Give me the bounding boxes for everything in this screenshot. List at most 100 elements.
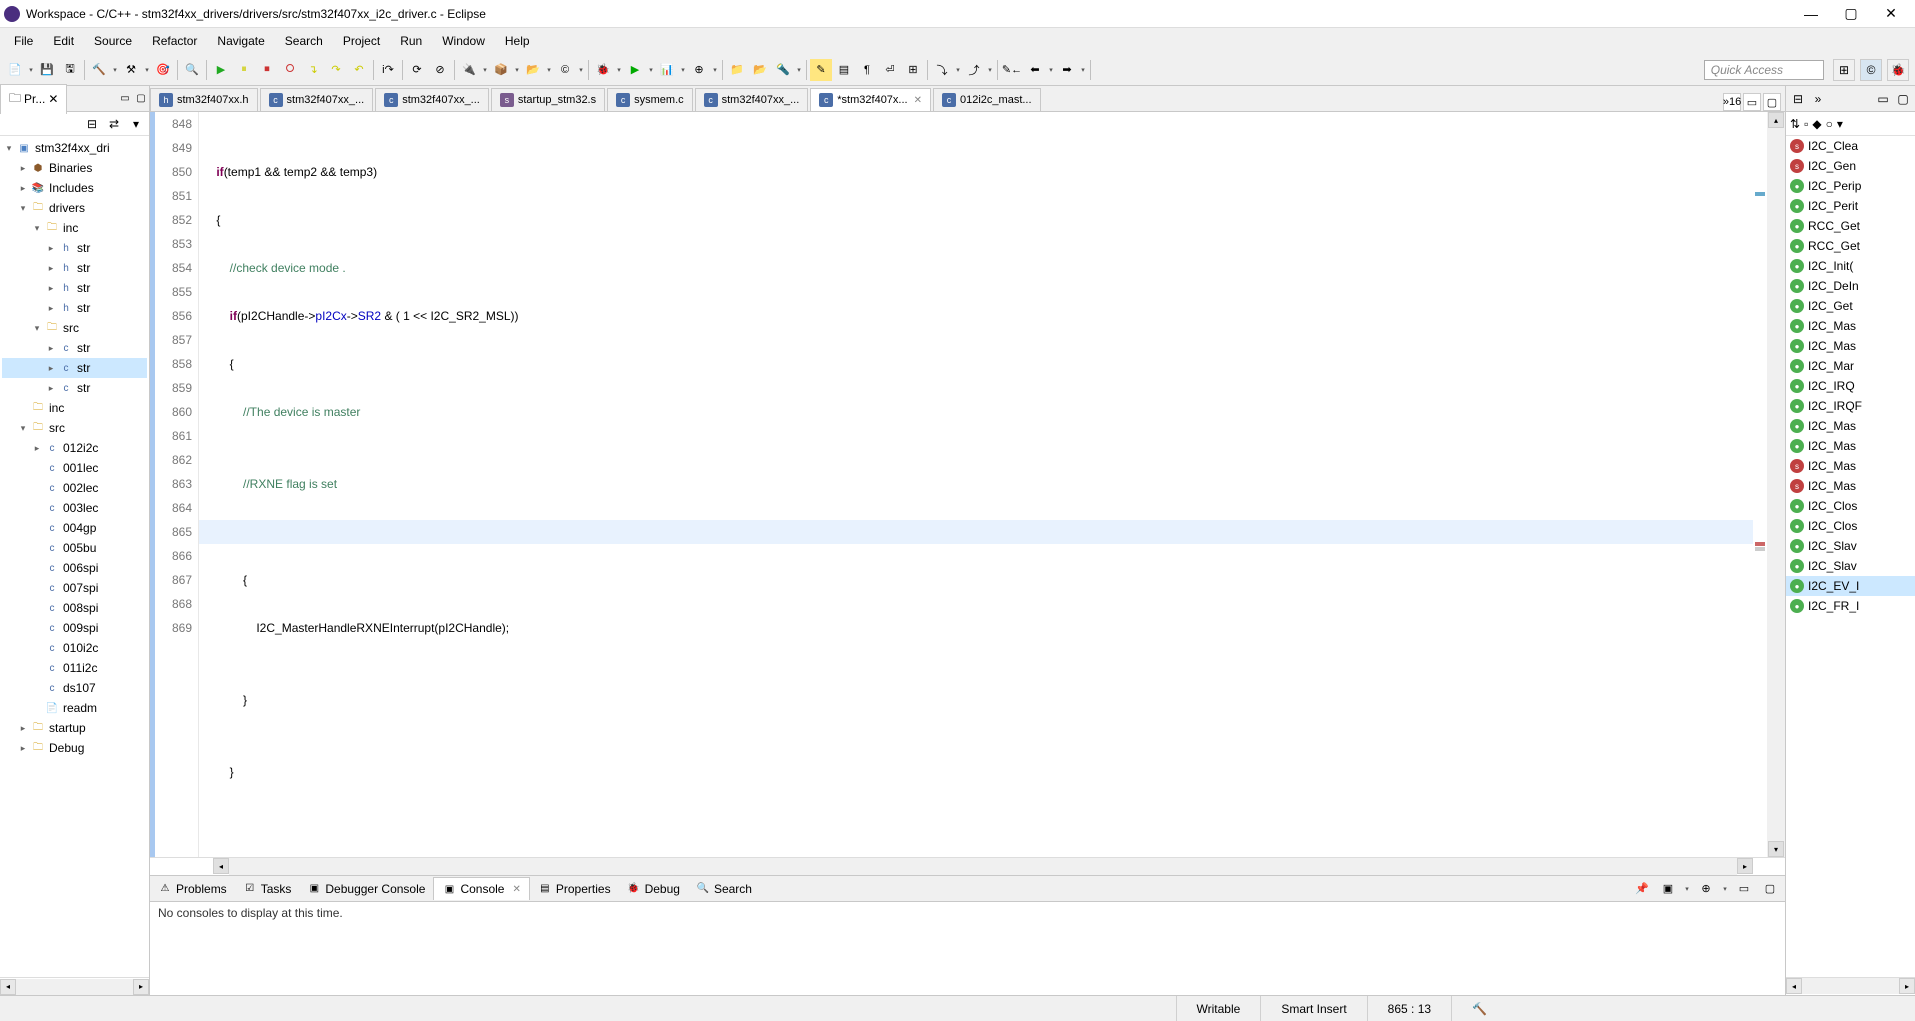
outline-item[interactable]: ●RCC_Get	[1786, 236, 1915, 256]
status-build-icon[interactable]: 🔨	[1451, 996, 1507, 1021]
open-type-button[interactable]: 📂	[522, 59, 544, 81]
menu-search[interactable]: Search	[275, 30, 333, 52]
prev-annotation-button[interactable]: ⤴	[963, 59, 985, 81]
editor-tab[interactable]: cstm32f407xx_...	[695, 88, 809, 111]
tree-inc[interactable]: 🗀inc	[2, 398, 147, 418]
pin-console-button[interactable]: 📌	[1631, 878, 1653, 900]
editor-tab-active[interactable]: c*stm32f407x...✕	[810, 88, 931, 111]
tree-debug[interactable]: ▸🗀Debug	[2, 738, 147, 758]
menu-file[interactable]: File	[4, 30, 43, 52]
overview-marker[interactable]	[1755, 547, 1765, 551]
outline-list[interactable]: sI2C_Clea sI2C_Gen ●I2C_Perip ●I2C_Perit…	[1786, 136, 1915, 977]
editor-hscrollbar[interactable]: ◂ ▸	[150, 857, 1785, 875]
code-editor[interactable]: if(temp1 && temp2 && temp3) { //check de…	[199, 112, 1753, 857]
tree-file[interactable]: c006spi	[2, 558, 147, 578]
toggle-mark-button[interactable]: ✎	[810, 59, 832, 81]
overview-ruler[interactable]	[1753, 112, 1767, 857]
outline-item[interactable]: sI2C_Mas	[1786, 456, 1915, 476]
tree-drivers-src[interactable]: ▾🗀src	[2, 318, 147, 338]
toggle-button[interactable]: 🔍	[181, 59, 203, 81]
toggle-block-button[interactable]: ▤	[833, 59, 855, 81]
tree-file[interactable]: c005bu	[2, 538, 147, 558]
step-over-button[interactable]: ↷	[325, 59, 347, 81]
build-button[interactable]: 🔨	[88, 59, 110, 81]
scroll-right-button[interactable]: ▸	[1737, 858, 1753, 874]
cpp-perspective-button[interactable]: ©	[1860, 59, 1882, 81]
collapse-all-button[interactable]: ⊟	[83, 115, 101, 133]
editor-tab[interactable]: cstm32f407xx_...	[375, 88, 489, 111]
scroll-left-button[interactable]: ◂	[0, 979, 16, 995]
tree-drivers[interactable]: ▾🗀drivers	[2, 198, 147, 218]
tree-file[interactable]: ▸c012i2c	[2, 438, 147, 458]
last-edit-button[interactable]: ✎←	[1001, 59, 1023, 81]
menu-help[interactable]: Help	[495, 30, 540, 52]
tree-file[interactable]: ▸cstr	[2, 338, 147, 358]
outline-item[interactable]: ●I2C_Clos	[1786, 516, 1915, 536]
terminate-button[interactable]: ⏹	[256, 59, 278, 81]
overview-marker[interactable]	[1755, 542, 1765, 546]
close-icon[interactable]: ✕	[48, 92, 58, 106]
show-whitespace-button[interactable]: ¶	[856, 59, 878, 81]
overview-marker[interactable]	[1755, 192, 1765, 196]
new-button[interactable]: 📄	[4, 59, 26, 81]
tree-file[interactable]: c004gp	[2, 518, 147, 538]
outline-item[interactable]: ●I2C_DeIn	[1786, 276, 1915, 296]
open-console-button[interactable]: ⊕	[1695, 878, 1717, 900]
tree-project-root[interactable]: ▾▣stm32f4xx_dri	[2, 138, 147, 158]
tab-debugger-console[interactable]: ▣Debugger Console	[299, 878, 433, 900]
coverage-button[interactable]: ⊕	[688, 59, 710, 81]
tree-drivers-inc[interactable]: ▾🗀inc	[2, 218, 147, 238]
instruction-step-button[interactable]: i↷	[377, 59, 399, 81]
tree-file[interactable]: ▸hstr	[2, 238, 147, 258]
menu-source[interactable]: Source	[84, 30, 142, 52]
outline-item[interactable]: ●I2C_Slav	[1786, 536, 1915, 556]
forward-button[interactable]: ➡	[1056, 59, 1078, 81]
new-cpp-class-button[interactable]: ©	[554, 59, 576, 81]
outline-item[interactable]: ●I2C_Mas	[1786, 336, 1915, 356]
debug-perspective-button[interactable]: 🐞	[1887, 59, 1909, 81]
debug-button[interactable]: 🐞	[592, 59, 614, 81]
tab-search[interactable]: 🔍Search	[688, 878, 760, 900]
sort-button[interactable]: ⇅	[1790, 117, 1800, 131]
minimize-view-button[interactable]: ▭	[117, 91, 133, 107]
selection-mode-button[interactable]: ⊞	[902, 59, 924, 81]
tab-console[interactable]: ▣Console✕	[433, 877, 529, 900]
tree-file[interactable]: ▸cstr	[2, 378, 147, 398]
restart-button[interactable]: ⟳	[406, 59, 428, 81]
tab-debug[interactable]: 🐞Debug	[619, 878, 688, 900]
menu-window[interactable]: Window	[432, 30, 495, 52]
scroll-up-button[interactable]: ▴	[1768, 112, 1784, 128]
tab-tasks[interactable]: ☑Tasks	[235, 878, 300, 900]
step-into-button[interactable]: ↴	[302, 59, 324, 81]
tree-file[interactable]: cds107	[2, 678, 147, 698]
overflow-button[interactable]: »	[1810, 91, 1826, 107]
suspend-button[interactable]: ⏸	[233, 59, 255, 81]
outline-item[interactable]: ●I2C_Init(	[1786, 256, 1915, 276]
project-tree[interactable]: ▾▣stm32f4xx_dri ▸⬢Binaries ▸📚Includes ▾🗀…	[0, 136, 149, 977]
tree-src[interactable]: ▾🗀src	[2, 418, 147, 438]
open-element-button[interactable]: 📦	[490, 59, 512, 81]
minimize-editor-button[interactable]: ▭	[1743, 93, 1761, 111]
view-menu-button[interactable]: ▾	[1837, 117, 1843, 131]
outline-item[interactable]: ●I2C_Get	[1786, 296, 1915, 316]
project-explorer-tab[interactable]: 🗀 Pr... ✕	[0, 84, 67, 114]
save-all-button[interactable]: 🖫	[59, 59, 81, 81]
tree-file[interactable]: c009spi	[2, 618, 147, 638]
close-icon[interactable]: ✕	[914, 95, 922, 106]
hide-nonpublic-button[interactable]: ○	[1826, 117, 1833, 131]
disconnect-button[interactable]: ⭘	[279, 59, 301, 81]
editor-tab[interactable]: c012i2c_mast...	[933, 88, 1041, 111]
outline-item[interactable]: ●I2C_Slav	[1786, 556, 1915, 576]
step-return-button[interactable]: ↶	[348, 59, 370, 81]
outline-item[interactable]: ●I2C_Perip	[1786, 176, 1915, 196]
minimize-view-button[interactable]: ▭	[1875, 91, 1891, 107]
tree-file[interactable]: c008spi	[2, 598, 147, 618]
outline-item[interactable]: sI2C_Gen	[1786, 156, 1915, 176]
outline-item-selected[interactable]: ●I2C_EV_I	[1786, 576, 1915, 596]
scroll-left-button[interactable]: ◂	[1786, 978, 1802, 994]
maximize-button[interactable]: ▢	[1831, 2, 1871, 26]
new-connection-button[interactable]: 🔌	[458, 59, 480, 81]
open-perspective-button[interactable]: ⊞	[1833, 59, 1855, 81]
tree-file[interactable]: ▸hstr	[2, 258, 147, 278]
close-button[interactable]: ✕	[1871, 2, 1911, 26]
